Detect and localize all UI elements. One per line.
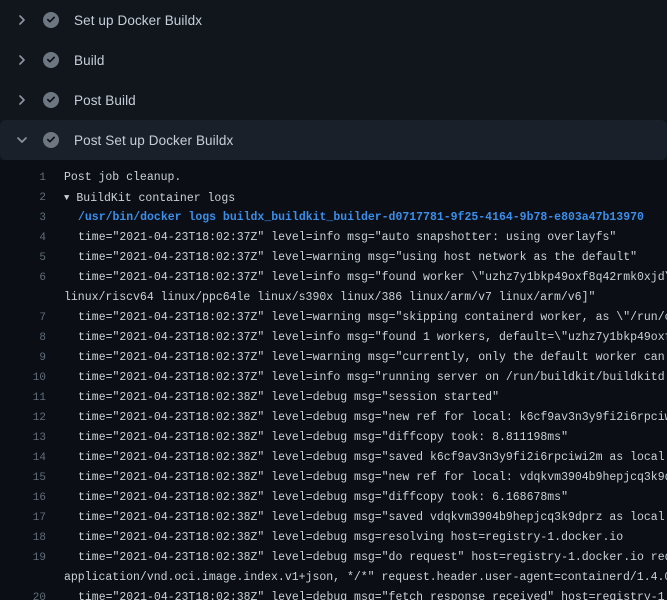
line-number[interactable]: 16 xyxy=(0,488,46,508)
log-line: 13 time="2021-04-23T18:02:38Z" level=debu… xyxy=(0,428,667,448)
line-number[interactable]: 6 xyxy=(0,268,46,288)
line-number[interactable]: 15 xyxy=(0,468,46,488)
log-text: time="2021-04-23T18:02:38Z" level=debug … xyxy=(78,548,667,568)
log-text: time="2021-04-23T18:02:37Z" level=info m… xyxy=(78,228,616,248)
log-text: time="2021-04-23T18:02:38Z" level=debug … xyxy=(78,388,499,408)
log-text: time="2021-04-23T18:02:38Z" level=debug … xyxy=(78,528,623,548)
log-line: 1 Post job cleanup. xyxy=(0,168,667,188)
log-line: 3/usr/bin/docker logs buildx_buildkit_bu… xyxy=(0,208,667,228)
log-text: linux/riscv64 linux/ppc64le linux/s390x … xyxy=(64,288,595,308)
line-number[interactable]: 7 xyxy=(0,308,46,328)
log-text: time="2021-04-23T18:02:37Z" level=info m… xyxy=(78,368,667,388)
line-number[interactable]: 12 xyxy=(0,408,46,428)
step-row-build[interactable]: Build xyxy=(0,40,667,80)
check-circle-icon xyxy=(43,92,59,108)
line-number xyxy=(0,288,46,308)
line-number[interactable]: 17 xyxy=(0,508,46,528)
log-text: time="2021-04-23T18:02:37Z" level=info m… xyxy=(78,328,667,348)
log-line: 6 time="2021-04-23T18:02:37Z" level=info … xyxy=(0,268,667,288)
log-line: 8 time="2021-04-23T18:02:37Z" level=info … xyxy=(0,328,667,348)
line-number[interactable]: 8 xyxy=(0,328,46,348)
log-line: 10 time="2021-04-23T18:02:37Z" level=info… xyxy=(0,368,667,388)
log-line: 15 time="2021-04-23T18:02:38Z" level=debu… xyxy=(0,468,667,488)
log-line: 18 time="2021-04-23T18:02:38Z" level=debu… xyxy=(0,528,667,548)
step-label: Build xyxy=(74,53,105,68)
check-circle-icon xyxy=(43,132,59,148)
line-number[interactable]: 2 xyxy=(0,188,46,208)
line-number[interactable]: 18 xyxy=(0,528,46,548)
line-number[interactable]: 13 xyxy=(0,428,46,448)
line-number xyxy=(0,568,46,588)
line-number[interactable]: 14 xyxy=(0,448,46,468)
line-number[interactable]: 5 xyxy=(0,248,46,268)
step-label: Post Build xyxy=(74,93,136,108)
chevron-right-icon xyxy=(14,92,30,108)
log-text: time="2021-04-23T18:02:38Z" level=debug … xyxy=(78,428,568,448)
step-label: Post Set up Docker Buildx xyxy=(74,133,233,148)
chevron-right-icon xyxy=(14,52,30,68)
line-number[interactable]: 3 xyxy=(0,208,46,228)
log-line: 11 time="2021-04-23T18:02:38Z" level=debu… xyxy=(0,388,667,408)
steps-list: Set up Docker Buildx Build Post Build Post … xyxy=(0,0,667,160)
log-line: 14 time="2021-04-23T18:02:38Z" level=debu… xyxy=(0,448,667,468)
line-number[interactable]: 10 xyxy=(0,368,46,388)
log-text: Post job cleanup. xyxy=(64,168,181,188)
log-text: time="2021-04-23T18:02:38Z" level=debug … xyxy=(78,588,667,600)
chevron-right-icon xyxy=(14,12,30,28)
line-number[interactable]: 1 xyxy=(0,168,46,188)
log-line: 20 time="2021-04-23T18:02:38Z" level=debu… xyxy=(0,588,667,600)
log-line-continuation: linux/riscv64 linux/ppc64le linux/s390x … xyxy=(0,288,667,308)
line-number[interactable]: 20 xyxy=(0,588,46,600)
log-line: 19 time="2021-04-23T18:02:38Z" level=debu… xyxy=(0,548,667,568)
log-text: time="2021-04-23T18:02:38Z" level=debug … xyxy=(78,408,667,428)
log-line: 7 time="2021-04-23T18:02:37Z" level=warni… xyxy=(0,308,667,328)
check-circle-icon xyxy=(43,12,59,28)
log-text: time="2021-04-23T18:02:38Z" level=debug … xyxy=(78,448,667,468)
check-circle-icon xyxy=(43,52,59,68)
log-text: time="2021-04-23T18:02:37Z" level=warnin… xyxy=(78,348,667,368)
log-line: 5 time="2021-04-23T18:02:37Z" level=warni… xyxy=(0,248,667,268)
log-line: 16 time="2021-04-23T18:02:38Z" level=debu… xyxy=(0,488,667,508)
log-text: time="2021-04-23T18:02:38Z" level=debug … xyxy=(78,488,568,508)
command-text: /usr/bin/docker logs buildx_buildkit_bui… xyxy=(78,208,644,228)
log-line: 17 time="2021-04-23T18:02:38Z" level=debu… xyxy=(0,508,667,528)
line-number[interactable]: 4 xyxy=(0,228,46,248)
line-number[interactable]: 19 xyxy=(0,548,46,568)
log-line: 4 time="2021-04-23T18:02:37Z" level=info … xyxy=(0,228,667,248)
log-line: 12 time="2021-04-23T18:02:38Z" level=debu… xyxy=(0,408,667,428)
log-text: application/vnd.oci.image.index.v1+json,… xyxy=(64,568,667,588)
line-number[interactable]: 9 xyxy=(0,348,46,368)
log-text: time="2021-04-23T18:02:37Z" level=warnin… xyxy=(78,308,667,328)
line-number[interactable]: 11 xyxy=(0,388,46,408)
log-line-continuation: application/vnd.oci.image.index.v1+json,… xyxy=(0,568,667,588)
log-line: 2 ▼ BuildKit container logs xyxy=(0,188,667,208)
log-container: 1 Post job cleanup. 2 ▼ BuildKit container l… xyxy=(0,160,667,600)
step-row-post-set-up-docker-buildx[interactable]: Post Set up Docker Buildx xyxy=(0,120,667,160)
step-row-post-build[interactable]: Post Build xyxy=(0,80,667,120)
step-label: Set up Docker Buildx xyxy=(74,13,202,28)
group-title[interactable]: BuildKit container logs xyxy=(76,192,235,205)
group-toggle-icon[interactable]: ▼ xyxy=(64,193,69,203)
log-text: time="2021-04-23T18:02:37Z" level=info m… xyxy=(78,268,667,288)
step-row-set-up-docker-buildx[interactable]: Set up Docker Buildx xyxy=(0,0,667,40)
log-text: time="2021-04-23T18:02:37Z" level=warnin… xyxy=(78,248,637,268)
log-text: ▼ BuildKit container logs xyxy=(64,188,235,208)
chevron-down-icon xyxy=(14,132,30,148)
log-text: time="2021-04-23T18:02:38Z" level=debug … xyxy=(78,508,667,528)
log-text: time="2021-04-23T18:02:38Z" level=debug … xyxy=(78,468,667,488)
log-line: 9 time="2021-04-23T18:02:37Z" level=warni… xyxy=(0,348,667,368)
